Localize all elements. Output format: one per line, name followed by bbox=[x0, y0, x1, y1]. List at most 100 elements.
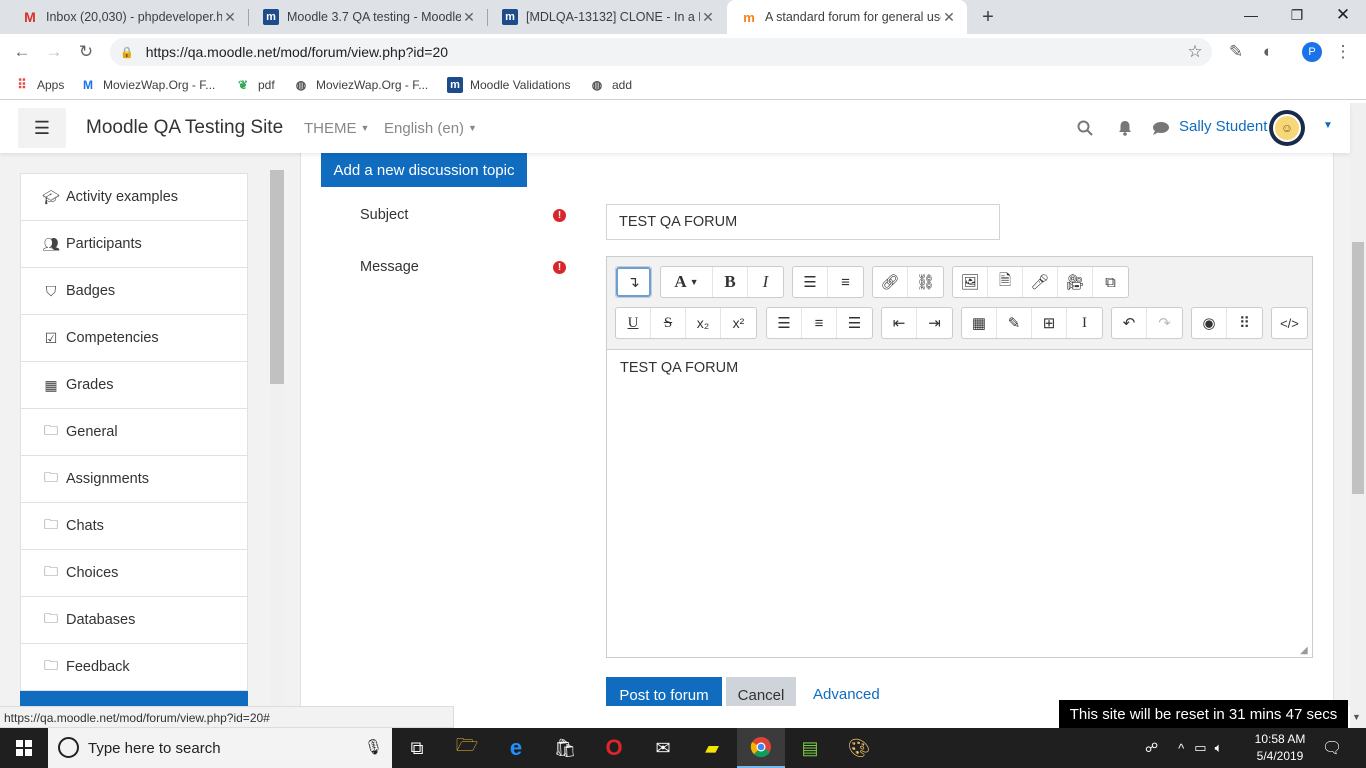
undo-icon[interactable]: ↶ bbox=[1112, 308, 1147, 338]
tab-mdlqa[interactable]: m [MDLQA-13132] CLONE - In a Fo ✕ bbox=[488, 0, 726, 34]
subject-input[interactable]: TEST QA FORUM bbox=[606, 204, 1000, 240]
advanced-link[interactable]: Advanced bbox=[813, 686, 880, 703]
strikethrough-icon[interactable]: S bbox=[651, 308, 686, 338]
special-character-icon[interactable]: ✎ bbox=[997, 308, 1032, 338]
superscript-icon[interactable]: x² bbox=[721, 308, 756, 338]
accessibility-checker-icon[interactable]: ◉ bbox=[1192, 308, 1227, 338]
unlink-icon[interactable]: ⛓ bbox=[908, 267, 943, 297]
user-menu-caret-icon[interactable]: ▼ bbox=[1323, 120, 1333, 131]
eyedropper-extension-icon[interactable]: ✎ bbox=[1224, 40, 1248, 64]
file-explorer-icon[interactable]: 🗁 bbox=[443, 728, 491, 768]
close-tab-icon[interactable]: ✕ bbox=[461, 9, 477, 26]
paint-app-icon[interactable]: 🎨︎ bbox=[835, 728, 883, 768]
drawer-item-active[interactable] bbox=[20, 691, 248, 706]
taskbar-clock[interactable]: 10:58 AM 5/4/2019 bbox=[1250, 731, 1310, 765]
drawer-item-competencies[interactable]: ☑ Competencies bbox=[21, 315, 247, 362]
align-right-icon[interactable]: ☰ bbox=[837, 308, 872, 338]
bookmark-add[interactable]: ◍ add bbox=[589, 76, 632, 94]
bookmark-moviezwap-1[interactable]: M MoviezWap.Org - F... bbox=[80, 76, 215, 94]
close-window-button[interactable]: ✕ bbox=[1320, 0, 1366, 30]
outdent-icon[interactable]: ⇤ bbox=[882, 308, 917, 338]
message-editor-content[interactable]: TEST QA FORUM bbox=[607, 349, 1312, 657]
bookmark-pdf[interactable]: ❦ pdf bbox=[235, 76, 275, 94]
record-audio-icon[interactable]: 🎤︎ bbox=[1023, 267, 1058, 297]
screenreader-helper-icon[interactable]: ⠿ bbox=[1227, 308, 1262, 338]
insert-image-icon[interactable]: 🖼︎ bbox=[953, 267, 988, 297]
bookmark-apps[interactable]: ⠿ Apps bbox=[14, 76, 64, 94]
mail-icon[interactable]: ✉ bbox=[639, 728, 687, 768]
language-menu[interactable]: English (en) ▼ bbox=[384, 120, 477, 137]
bookmark-moodle-validations[interactable]: m Moodle Validations bbox=[447, 76, 571, 94]
paragraph-styles-icon[interactable]: A ▼ bbox=[661, 267, 713, 297]
bookmark-moviezwap-2[interactable]: ◍ MoviezWap.Org - F... bbox=[293, 76, 429, 94]
unordered-list-icon[interactable]: ☰ bbox=[793, 267, 828, 297]
align-left-icon[interactable]: ☰ bbox=[767, 308, 802, 338]
ordered-list-icon[interactable]: ≡ bbox=[828, 267, 863, 297]
redo-icon[interactable]: ↷ bbox=[1147, 308, 1182, 338]
form-legend[interactable]: Add a new discussion topic bbox=[321, 153, 527, 187]
equation-editor-icon[interactable]: ▦ bbox=[962, 308, 997, 338]
profile-avatar[interactable]: P bbox=[1302, 42, 1322, 62]
menu-kebab-icon[interactable]: ⋮ bbox=[1331, 40, 1355, 64]
resize-grip-icon[interactable]: ◢ bbox=[1300, 646, 1310, 656]
close-tab-icon[interactable]: ✕ bbox=[700, 9, 716, 26]
align-center-icon[interactable]: ≡ bbox=[802, 308, 837, 338]
drawer-item-activity-examples[interactable]: 🎓︎ Activity examples bbox=[21, 174, 247, 221]
tab-moodle-qa-testing[interactable]: m Moodle 3.7 QA testing - Moodle ✕ bbox=[249, 0, 487, 34]
start-button[interactable] bbox=[0, 728, 48, 768]
extension-circle-icon[interactable]: ◐ bbox=[1256, 40, 1280, 64]
html-source-icon[interactable]: </> bbox=[1272, 308, 1307, 338]
show-more-buttons-icon[interactable]: ↴ bbox=[616, 267, 651, 297]
theme-menu[interactable]: THEME ▼ bbox=[304, 120, 369, 137]
close-tab-icon[interactable]: ✕ bbox=[941, 9, 957, 26]
bookmark-star-icon[interactable]: ☆ bbox=[1183, 40, 1207, 64]
site-name[interactable]: Moodle QA Testing Site bbox=[86, 117, 283, 139]
battery-icon[interactable]: ▭ bbox=[1194, 740, 1206, 756]
drawer-toggle-button[interactable]: ☰ bbox=[18, 108, 66, 148]
search-icon[interactable] bbox=[1075, 118, 1095, 138]
user-menu-name[interactable]: Sally Student bbox=[1179, 118, 1267, 135]
subscript-icon[interactable]: x₂ bbox=[686, 308, 721, 338]
drawer-item-badges[interactable]: ⛉ Badges bbox=[21, 268, 247, 315]
task-view-icon[interactable]: ⧉ bbox=[393, 728, 441, 768]
people-icon[interactable]: ☍ bbox=[1145, 740, 1158, 756]
underline-icon[interactable]: U bbox=[616, 308, 651, 338]
microphone-icon[interactable]: 🎙︎ bbox=[364, 738, 383, 756]
drawer-item-grades[interactable]: ▦ Grades bbox=[21, 362, 247, 409]
edge-browser-icon[interactable]: e bbox=[492, 728, 540, 768]
drawer-item-feedback[interactable]: 🗀 Feedback bbox=[21, 644, 247, 691]
show-hidden-icons-icon[interactable]: ^ bbox=[1178, 741, 1184, 756]
record-video-icon[interactable]: 🎥︎ bbox=[1058, 267, 1093, 297]
forward-button[interactable]: → bbox=[42, 40, 66, 64]
drawer-item-assignments[interactable]: 🗀 Assignments bbox=[21, 456, 247, 503]
insert-media-icon[interactable]: 🗎 bbox=[988, 267, 1023, 297]
store-icon[interactable]: 🛍︎ bbox=[541, 728, 589, 768]
italic-icon[interactable]: I bbox=[748, 267, 783, 297]
opera-icon[interactable]: O bbox=[590, 728, 638, 768]
page-scrollbar-thumb[interactable] bbox=[1352, 242, 1364, 494]
taskbar-search-input[interactable]: Type here to search 🎙︎ bbox=[48, 728, 392, 768]
reload-button[interactable]: ↻ bbox=[74, 40, 98, 64]
chrome-icon[interactable] bbox=[737, 728, 785, 768]
drawer-item-databases[interactable]: 🗀 Databases bbox=[21, 597, 247, 644]
drawer-item-choices[interactable]: 🗀 Choices bbox=[21, 550, 247, 597]
volume-icon[interactable]: 🔈︎ bbox=[1215, 740, 1223, 756]
manage-files-icon[interactable]: ⧉ bbox=[1093, 267, 1128, 297]
new-tab-button[interactable]: + bbox=[977, 6, 999, 28]
tab-standard-forum[interactable]: m A standard forum for general use ✕ bbox=[727, 0, 967, 34]
drawer-item-chats[interactable]: 🗀 Chats bbox=[21, 503, 247, 550]
address-bar[interactable]: 🔒 https://qa.moodle.net/mod/forum/view.p… bbox=[110, 38, 1212, 66]
link-icon[interactable]: 🔗︎ bbox=[873, 267, 908, 297]
table-icon[interactable]: ⊞ bbox=[1032, 308, 1067, 338]
bold-icon[interactable]: B bbox=[713, 267, 748, 297]
indent-icon[interactable]: ⇥ bbox=[917, 308, 952, 338]
sticky-notes-icon[interactable]: ▰ bbox=[688, 728, 736, 768]
drawer-item-participants[interactable]: 👥︎ Participants bbox=[21, 221, 247, 268]
scroll-down-arrow-icon[interactable]: ▼ bbox=[1352, 712, 1361, 722]
back-button[interactable]: ← bbox=[10, 40, 34, 64]
tab-gmail[interactable]: M Inbox (20,030) - phpdeveloper.hy ✕ bbox=[8, 0, 248, 34]
user-avatar[interactable]: ☺ bbox=[1269, 110, 1305, 146]
spreadsheet-app-icon[interactable]: ▤ bbox=[786, 728, 834, 768]
maximize-window-button[interactable]: ❐ bbox=[1274, 0, 1320, 30]
notifications-bell-icon[interactable] bbox=[1115, 118, 1135, 138]
